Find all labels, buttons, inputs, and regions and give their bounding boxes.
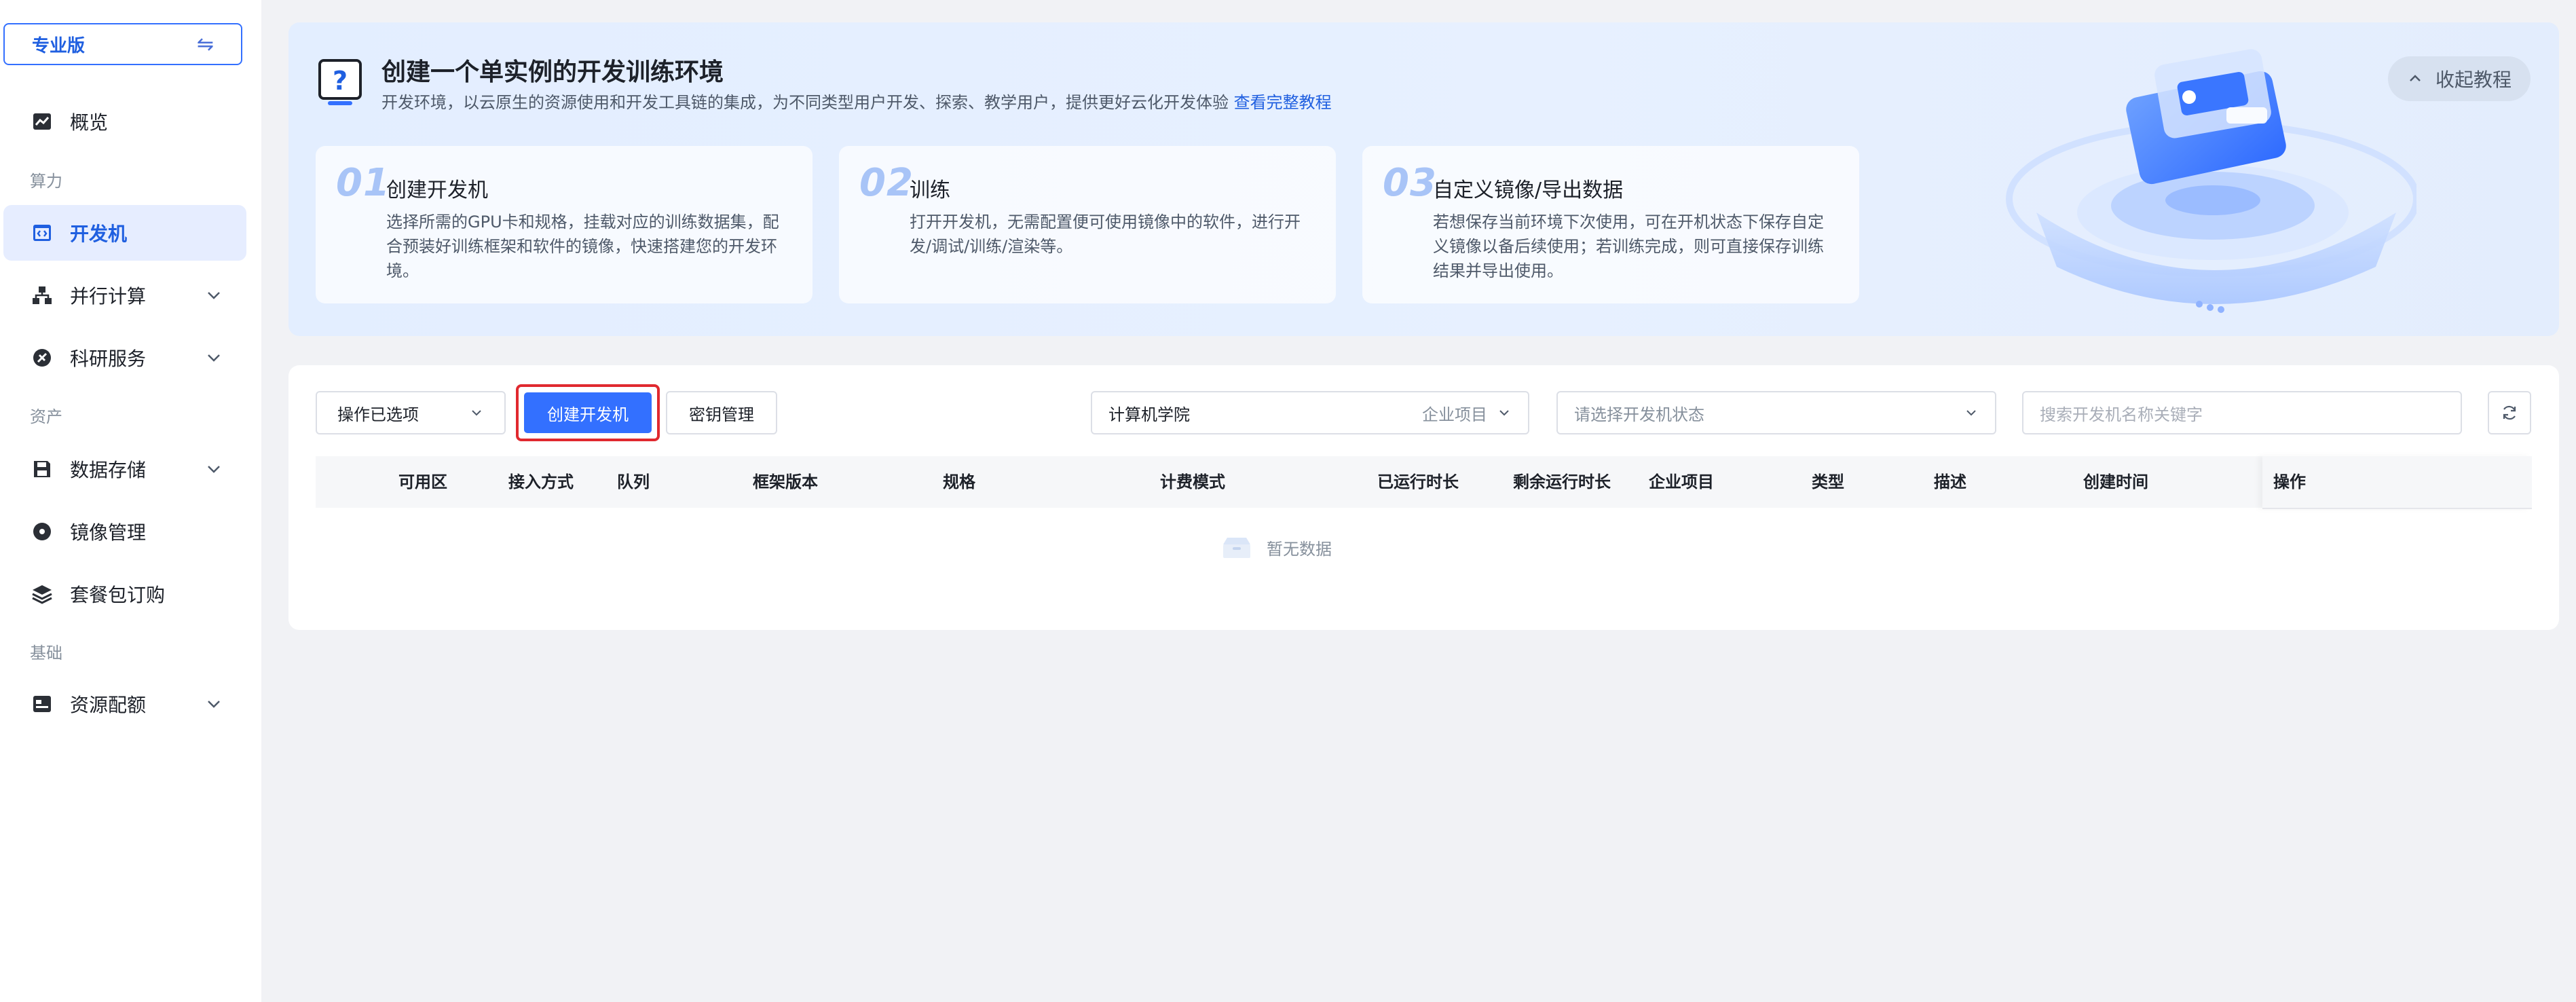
column-header-desc: 描述 [1934, 472, 1966, 491]
step-desc: 若想保存当前环境下次使用，可在开机状态下保存自定义镜像以备后续使用；若训练完成，… [1433, 212, 1824, 280]
sidebar-item-quota[interactable]: 资源配额 [3, 676, 246, 732]
banner-subtitle-text: 开发环境，以云原生的资源使用和开发工具链的集成，为不同类型用户开发、探索、教学用… [381, 93, 1229, 112]
sidebar-item-label: 资源配额 [70, 694, 147, 716]
nav-group-compute: 算力 [30, 172, 62, 191]
svg-text:?: ? [333, 66, 348, 96]
chart-line-icon [31, 110, 54, 133]
create-devmachine-button[interactable]: 创建开发机 [524, 392, 652, 433]
bulk-operations-label: 操作已选项 [337, 405, 419, 424]
edition-label: 专业版 [32, 35, 86, 56]
refresh-button[interactable] [2488, 391, 2531, 434]
column-header-enterprise: 企业项目 [1649, 472, 1714, 491]
tutorial-link[interactable]: 查看完整教程 [1234, 93, 1332, 112]
column-header-runtime: 已运行时长 [1377, 472, 1459, 491]
banner-title: 创建一个单实例的开发训练环境 [381, 58, 724, 86]
column-header-framework: 框架版本 [753, 472, 818, 491]
sidebar-item-label: 开发机 [70, 223, 128, 245]
company-type-wrap: 企业项目 [1422, 401, 1512, 425]
step-number: 03 [1383, 161, 1437, 205]
floppy-disk-icon [31, 458, 54, 481]
sidebar-item-label: 数据存储 [70, 459, 147, 481]
sidebar-item-devmachine[interactable]: 开发机 [3, 205, 246, 261]
chevron-down-icon [1499, 410, 1509, 416]
column-header-queue: 队列 [617, 472, 650, 491]
nav-group-basic: 基础 [30, 644, 62, 663]
sidebar-item-label: 套餐包订购 [70, 584, 166, 606]
column-header-zone: 可用区 [398, 472, 447, 491]
step-desc: 打开开发机，无需配置便可使用镜像中的软件，进行开发/调试/训练/渲染等。 [910, 212, 1301, 256]
empty-text: 暂无数据 [1267, 539, 1332, 559]
search-placeholder: 搜索开发机名称关键字 [2040, 405, 2203, 424]
quota-icon [31, 692, 54, 716]
company-value: 计算机学院 [1108, 405, 1190, 424]
column-header-billing: 计费模式 [1160, 472, 1225, 491]
step-desc: 选择所需的GPU卡和规格，挂载对应的训练数据集，配合预装好训练框架和软件的镜像，… [386, 212, 779, 280]
highlight-box: 创建开发机 [516, 384, 660, 441]
refresh-icon [2503, 405, 2516, 420]
nav-group-assets: 资产 [30, 407, 62, 426]
table-header: 可用区 接入方式 队列 框架版本 规格 计费模式 已运行时长 剩余运行时长 企业… [316, 456, 2532, 509]
column-header-spec: 规格 [943, 472, 975, 491]
swap-arrows-icon: ⇋ [196, 32, 214, 56]
column-header-actions: 操作 [2273, 472, 2306, 491]
edition-switcher[interactable]: 专业版 ⇋ [3, 23, 242, 65]
collapse-label: 收起教程 [2435, 69, 2512, 91]
tutorial-banner: ? 创建一个单实例的开发训练环境 开发环境，以云原生的资源使用和开发工具链的集成… [288, 22, 2559, 336]
sidebar-item-label: 概览 [70, 111, 109, 134]
step-card-create: 01 创建开发机 选择所需的GPU卡和规格，挂载对应的训练数据集，配合预装好训练… [316, 146, 813, 303]
sidebar-item-label: 镜像管理 [70, 521, 147, 544]
sidebar-item-package[interactable]: 套餐包订购 [3, 566, 246, 622]
search-input[interactable]: 搜索开发机名称关键字 [2022, 391, 2462, 434]
disc-icon [31, 520, 54, 543]
step-card-export: 03 自定义镜像/导出数据 若想保存当前环境下次使用，可在开机状态下保存自定义镜… [1362, 146, 1859, 303]
layers-icon [31, 582, 54, 606]
company-type-label: 企业项目 [1422, 405, 1487, 424]
question-icon: ? [318, 59, 362, 105]
banner-illustration [2006, 49, 2416, 313]
chevron-down-icon[interactable] [204, 348, 223, 367]
sidebar: 专业版 ⇋ 概览 算力 开发机 并行计算 科研服务 资产 数据存储 镜像管理 套… [0, 0, 261, 1002]
step-title: 创建开发机 [386, 179, 488, 202]
code-window-icon [31, 221, 54, 244]
chevron-down-icon[interactable] [204, 286, 223, 305]
column-header-remaining: 剩余运行时长 [1513, 472, 1611, 491]
step-number: 01 [336, 161, 390, 205]
sidebar-item-overview[interactable]: 概览 [3, 94, 246, 149]
sidebar-item-storage[interactable]: 数据存储 [3, 441, 246, 497]
sidebar-item-label: 科研服务 [70, 348, 147, 370]
step-card-train: 02 训练 打开开发机，无需配置便可使用镜像中的软件，进行开发/调试/训练/渲染… [839, 146, 1336, 303]
column-header-access: 接入方式 [508, 472, 574, 491]
bulk-operations-dropdown[interactable]: 操作已选项 [316, 391, 506, 434]
step-title: 自定义镜像/导出数据 [1433, 179, 1624, 202]
key-management-button[interactable]: 密钥管理 [666, 391, 777, 434]
banner-subtitle: 开发环境，以云原生的资源使用和开发工具链的集成，为不同类型用户开发、探索、教学用… [381, 89, 1332, 113]
sidebar-item-label: 并行计算 [70, 285, 147, 308]
empty-state: 暂无数据 [1220, 535, 1332, 559]
step-title: 训练 [910, 179, 950, 202]
hierarchy-icon [31, 284, 54, 307]
flask-icon [31, 346, 54, 369]
status-placeholder: 请选择开发机状态 [1574, 405, 1704, 424]
chevron-down-icon [472, 410, 481, 416]
status-select[interactable]: 请选择开发机状态 [1556, 391, 1996, 434]
chevron-down-icon[interactable] [204, 694, 223, 713]
devmachine-list-card: 操作已选项 创建开发机 密钥管理 计算机学院 企业项目 请选择开发机状态 搜索开… [288, 365, 2559, 630]
sidebar-item-parallel[interactable]: 并行计算 [3, 267, 246, 323]
chevron-down-icon [1966, 410, 1976, 416]
empty-box-icon [1223, 538, 1250, 558]
sidebar-item-image[interactable]: 镜像管理 [3, 504, 246, 559]
enterprise-project-select[interactable]: 计算机学院 企业项目 [1091, 391, 1529, 434]
chevron-down-icon[interactable] [204, 460, 223, 479]
sidebar-item-research[interactable]: 科研服务 [3, 330, 246, 386]
column-header-created: 创建时间 [2083, 472, 2148, 491]
step-number: 02 [859, 161, 914, 205]
column-header-type: 类型 [1812, 472, 1844, 491]
